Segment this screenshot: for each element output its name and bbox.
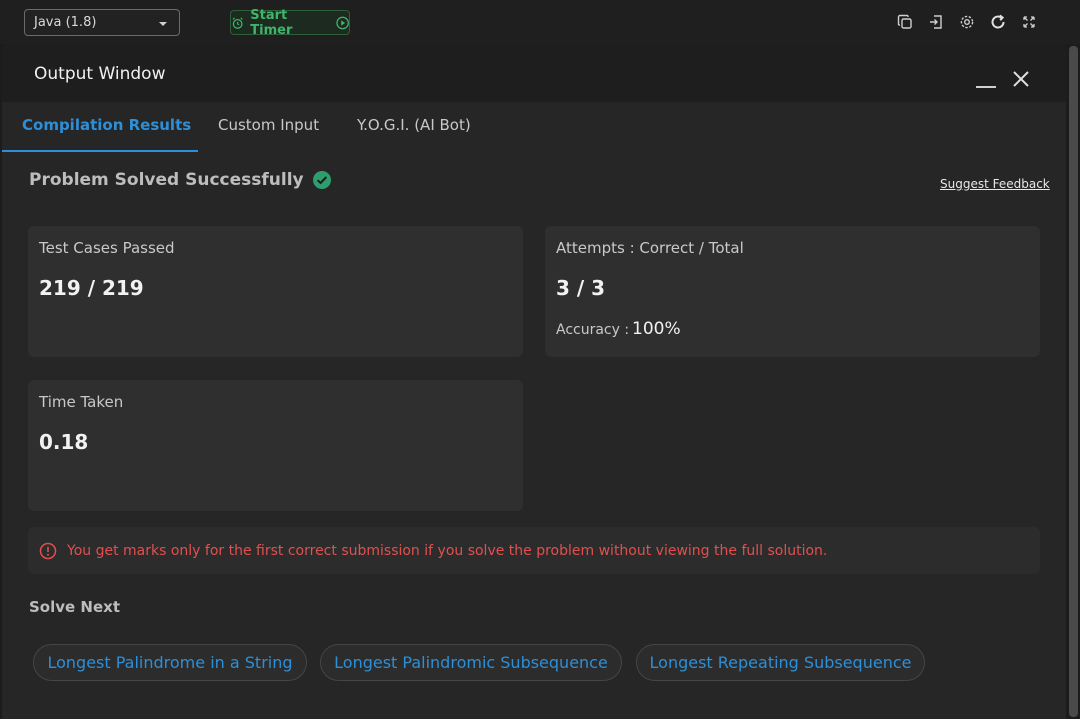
- time-taken-label: Time Taken: [39, 393, 124, 411]
- alarm-clock-icon: [232, 16, 243, 29]
- language-select-value: Java (1.8): [34, 15, 97, 30]
- scrollbar-thumb[interactable]: [1069, 46, 1078, 717]
- chevron-down-icon: [159, 22, 167, 26]
- warning-text: You get marks only for the first correct…: [67, 542, 828, 559]
- output-window-title: Output Window: [34, 64, 166, 84]
- toolbar-icon-group: [895, 12, 1038, 31]
- close-icon: [1013, 71, 1029, 87]
- close-button[interactable]: [1010, 68, 1032, 90]
- result-tabs: Compilation Results Custom Input Y.O.G.I…: [2, 102, 1066, 152]
- copy-icon[interactable]: [895, 12, 914, 31]
- play-circle-icon: [336, 16, 349, 29]
- check-circle-icon: [312, 171, 331, 189]
- solve-next-item[interactable]: Longest Palindrome in a String: [33, 644, 307, 681]
- solve-next-item[interactable]: Longest Repeating Subsequence: [636, 644, 925, 681]
- active-tab-indicator: [2, 150, 198, 152]
- accuracy-label: Accuracy :: [556, 322, 630, 338]
- tab-yogi-ai-bot[interactable]: Y.O.G.I. (AI Bot): [357, 116, 471, 134]
- solve-next-title: Solve Next: [29, 598, 120, 616]
- start-timer-button[interactable]: Start Timer: [230, 7, 350, 38]
- top-toolbar: Java (1.8) Start Timer: [0, 0, 1080, 44]
- login-icon[interactable]: [926, 12, 945, 31]
- refresh-icon[interactable]: [988, 12, 1007, 31]
- solve-next-item[interactable]: Longest Palindromic Subsequence: [320, 644, 622, 681]
- output-window-header: Output Window: [2, 44, 1066, 102]
- tab-custom-input[interactable]: Custom Input: [218, 116, 319, 134]
- minimize-button[interactable]: [976, 70, 998, 90]
- test-cases-value: 219 / 219: [39, 276, 144, 300]
- start-timer-label: Start Timer: [250, 7, 293, 38]
- attempts-label: Attempts : Correct / Total: [556, 239, 744, 257]
- tab-compilation-results[interactable]: Compilation Results: [22, 116, 191, 134]
- suggest-feedback-link[interactable]: Suggest Feedback: [940, 177, 1050, 191]
- test-cases-card: Test Cases Passed 219 / 219: [28, 226, 523, 357]
- time-taken-value: 0.18: [39, 430, 89, 454]
- status-row: Problem Solved Successfully: [29, 170, 332, 190]
- language-select[interactable]: Java (1.8): [24, 9, 180, 36]
- attempts-value: 3 / 3: [556, 276, 606, 300]
- scrollbar[interactable]: [1066, 44, 1080, 719]
- status-message: Problem Solved Successfully: [29, 170, 304, 190]
- settings-icon[interactable]: [957, 12, 976, 31]
- attempts-card: Attempts : Correct / Total 3 / 3 Accurac…: [545, 226, 1040, 357]
- time-taken-card: Time Taken 0.18: [28, 380, 523, 511]
- output-window: Output Window Compilation Results Custom…: [2, 44, 1066, 719]
- fullscreen-icon[interactable]: [1019, 12, 1038, 31]
- alert-circle-icon: [39, 542, 57, 559]
- submission-warning: You get marks only for the first correct…: [28, 527, 1040, 574]
- test-cases-label: Test Cases Passed: [39, 239, 175, 257]
- accuracy-value: 100%: [632, 319, 681, 339]
